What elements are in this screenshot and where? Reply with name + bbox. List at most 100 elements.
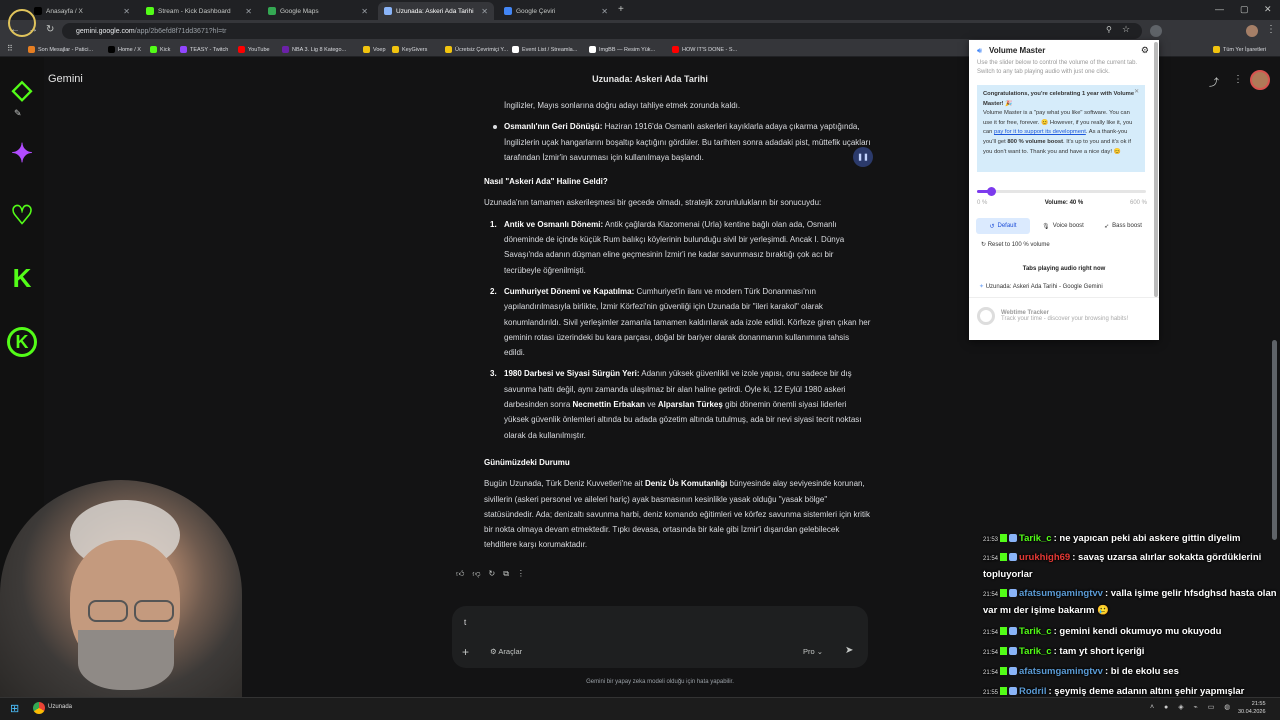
bookmark-item[interactable]: Kick [150, 46, 170, 53]
send-icon[interactable]: ➤ [845, 645, 853, 656]
support-link[interactable]: pay for it to support its development [994, 129, 1086, 135]
new-chat-icon[interactable]: ✎ [14, 108, 22, 119]
page-scrollbar[interactable] [1272, 340, 1277, 540]
webtime-tracker-promo[interactable]: Webtime Tracker Track your time - discove… [977, 304, 1153, 328]
close-window-icon[interactable]: ✕ [1264, 4, 1272, 15]
disclaimer-text: Gemini bir yapay zeka modeli olduğu için… [586, 679, 734, 685]
min-volume-label: 0 % [977, 200, 988, 206]
chat-username[interactable]: Tarik_c [1019, 533, 1052, 544]
list-item: 1. Antik ve Osmanlı Dönemi: Antik çağlar… [484, 217, 872, 278]
zoom-icon[interactable]: ⚲ [1106, 25, 1112, 34]
popup-title: Volume Master [989, 46, 1046, 55]
add-attachment-icon[interactable]: + [462, 645, 469, 659]
new-tab-icon[interactable]: + [618, 4, 624, 15]
browser-tab[interactable]: Stream - Kick Dashboard ✕ [140, 2, 258, 20]
bookmark-item[interactable]: KeyGivers [392, 46, 427, 53]
tab-favicon [504, 7, 512, 15]
profile-avatar[interactable] [1246, 25, 1258, 37]
settings-gear-icon[interactable]: ⚙ [1141, 45, 1149, 56]
rocket-icon: ➶ [1104, 223, 1110, 230]
bookmark-item[interactable]: Son Mesajlar - Patici... [28, 46, 93, 53]
popup-scrollbar[interactable] [1154, 42, 1158, 297]
audio-tab-item[interactable]: ✦ Uzunada: Askeri Ada Tarihi - Google Ge… [979, 283, 1103, 290]
bookmark-item[interactable]: TEASY - Twitch [180, 46, 228, 53]
reset-volume-button[interactable]: ↻ Reset to 100 % volume [981, 241, 1050, 248]
share-icon[interactable]: ⤴ [1209, 74, 1219, 89]
bookmark-item[interactable]: Tüm Yer İşaretleri [1213, 46, 1266, 53]
voice-boost-button[interactable]: 🎙︎ Voice boost [1033, 218, 1093, 234]
browser-tab[interactable]: Google Çeviri ✕ [498, 2, 614, 20]
bookmark-item[interactable]: Event List / Streamla... [512, 46, 577, 53]
regenerate-icon[interactable]: ↻ [489, 569, 496, 579]
address-bar[interactable]: gemini.google.com/app/2b6efd8f71dd3671?h… [62, 23, 1142, 39]
bookmark-item[interactable]: NBA 3. Lig 8 Katego... [282, 46, 346, 53]
browser-tab[interactable]: Google Maps ✕ [262, 2, 374, 20]
more-icon[interactable]: ⋮ [517, 569, 525, 579]
extension-volume-icon[interactable] [1150, 25, 1162, 37]
maximize-icon[interactable]: ▢ [1240, 4, 1249, 15]
conversation-title[interactable]: Uzunada: Askeri Ada Tarihi [560, 74, 740, 84]
gemini-app-title[interactable]: Gemini [48, 73, 83, 85]
address-host: gemini.google.com [76, 27, 135, 35]
tab-favicon [268, 7, 276, 15]
volume-slider-handle[interactable] [986, 187, 996, 196]
prompt-input-text[interactable]: t [464, 618, 466, 627]
tab-favicon [146, 7, 154, 15]
list-item: 3. 1980 Darbesi ve Siyasi Sürgün Yeri: A… [484, 366, 872, 442]
bookmark-item[interactable]: Voep [363, 46, 386, 53]
volume-slider[interactable] [977, 187, 1146, 196]
browser-tab[interactable]: Uzunada: Askeri Ada Tarihi ✕ [378, 2, 494, 20]
person-name: Necmettin Erbakan [572, 400, 645, 410]
chat-time: 21:54 [983, 592, 999, 598]
list-heading: Cumhuriyet Dönemi ve Kapatılma: [504, 286, 635, 296]
close-tab-icon[interactable]: ✕ [123, 7, 130, 16]
chat-username[interactable]: urukhigh69 [1019, 552, 1070, 563]
chat-username[interactable]: afatsumgamingtvv [1019, 588, 1103, 599]
reload-icon[interactable]: ↻ [46, 24, 54, 35]
taskbar-app-label[interactable]: Uzunada [48, 704, 72, 710]
browser-tab[interactable]: Anasayfa / X ✕ [28, 2, 136, 20]
more-options-icon[interactable]: ⋮ [1233, 74, 1243, 85]
bookmark-item[interactable]: Ücretsiz Çevrimiçi Y... [445, 46, 508, 53]
bookmark-item[interactable]: ImgBB — Resim Yük... [589, 46, 655, 53]
close-tab-icon[interactable]: ✕ [481, 7, 488, 16]
chat-username[interactable]: afatsumgamingtvv [1019, 666, 1103, 677]
chat-text: tam yt short içeriği [1059, 646, 1145, 657]
bookmark-item[interactable]: Home / X [108, 46, 141, 53]
list-heading: 1980 Darbesi ve Siyasi Sürgün Yeri: [504, 369, 640, 379]
bookmark-star-icon[interactable]: ☆ [1122, 24, 1130, 35]
user-badge-icon [1009, 589, 1018, 598]
close-notice-icon[interactable]: ✕ [1134, 88, 1139, 98]
pause-audio-button[interactable]: ❚❚ [853, 147, 873, 167]
minimize-icon[interactable]: — [1215, 4, 1224, 14]
chat-username[interactable]: Tarik_c [1019, 626, 1052, 637]
browser-menu-icon[interactable]: ⋮ [1266, 24, 1276, 35]
close-tab-icon[interactable]: ✕ [361, 7, 368, 16]
copy-icon[interactable]: ⧉ [503, 569, 509, 579]
close-tab-icon[interactable]: ✕ [245, 7, 252, 16]
bookmark-favicon [180, 46, 187, 53]
system-tray[interactable]: ˄ ● ◈ ⌁ ▭ ◍ [1150, 703, 1234, 711]
person-name: Alparslan Türkeş [657, 400, 723, 410]
bookmark-item[interactable]: HOW IT'S DONE - S... [672, 46, 737, 53]
chat-username[interactable]: Tarik_c [1019, 646, 1052, 657]
close-tab-icon[interactable]: ✕ [601, 7, 608, 16]
thumbs-up-icon[interactable]: 👍︎ [456, 569, 464, 579]
bookmark-label: Home / X [118, 46, 141, 53]
tools-button[interactable]: ⚙︎ Araçlar [490, 647, 522, 656]
prompt-input-box[interactable] [452, 606, 868, 668]
thumbs-down-icon[interactable]: 👎︎ [472, 569, 480, 579]
user-badge-icon [1009, 553, 1018, 562]
gemini-user-avatar[interactable] [1250, 70, 1270, 90]
chrome-taskbar-icon[interactable] [33, 702, 45, 714]
bookmark-item[interactable]: YouTube [238, 46, 270, 53]
windows-start-icon[interactable]: ⊞ [10, 702, 19, 715]
chat-username[interactable]: Rodril [1019, 686, 1046, 697]
bass-boost-button[interactable]: ➶ Bass boost [1095, 218, 1151, 234]
apps-grid-icon[interactable]: ⠿ [7, 44, 13, 53]
list-heading: Antik ve Osmanlı Dönemi: [504, 219, 604, 229]
taskbar-clock[interactable]: 21:55 30.04.2026 [1238, 700, 1266, 716]
model-selector[interactable]: Pro ⌄ [803, 647, 823, 656]
user-badge-icon [1009, 627, 1018, 636]
default-button[interactable]: ↺ Default [976, 218, 1030, 234]
